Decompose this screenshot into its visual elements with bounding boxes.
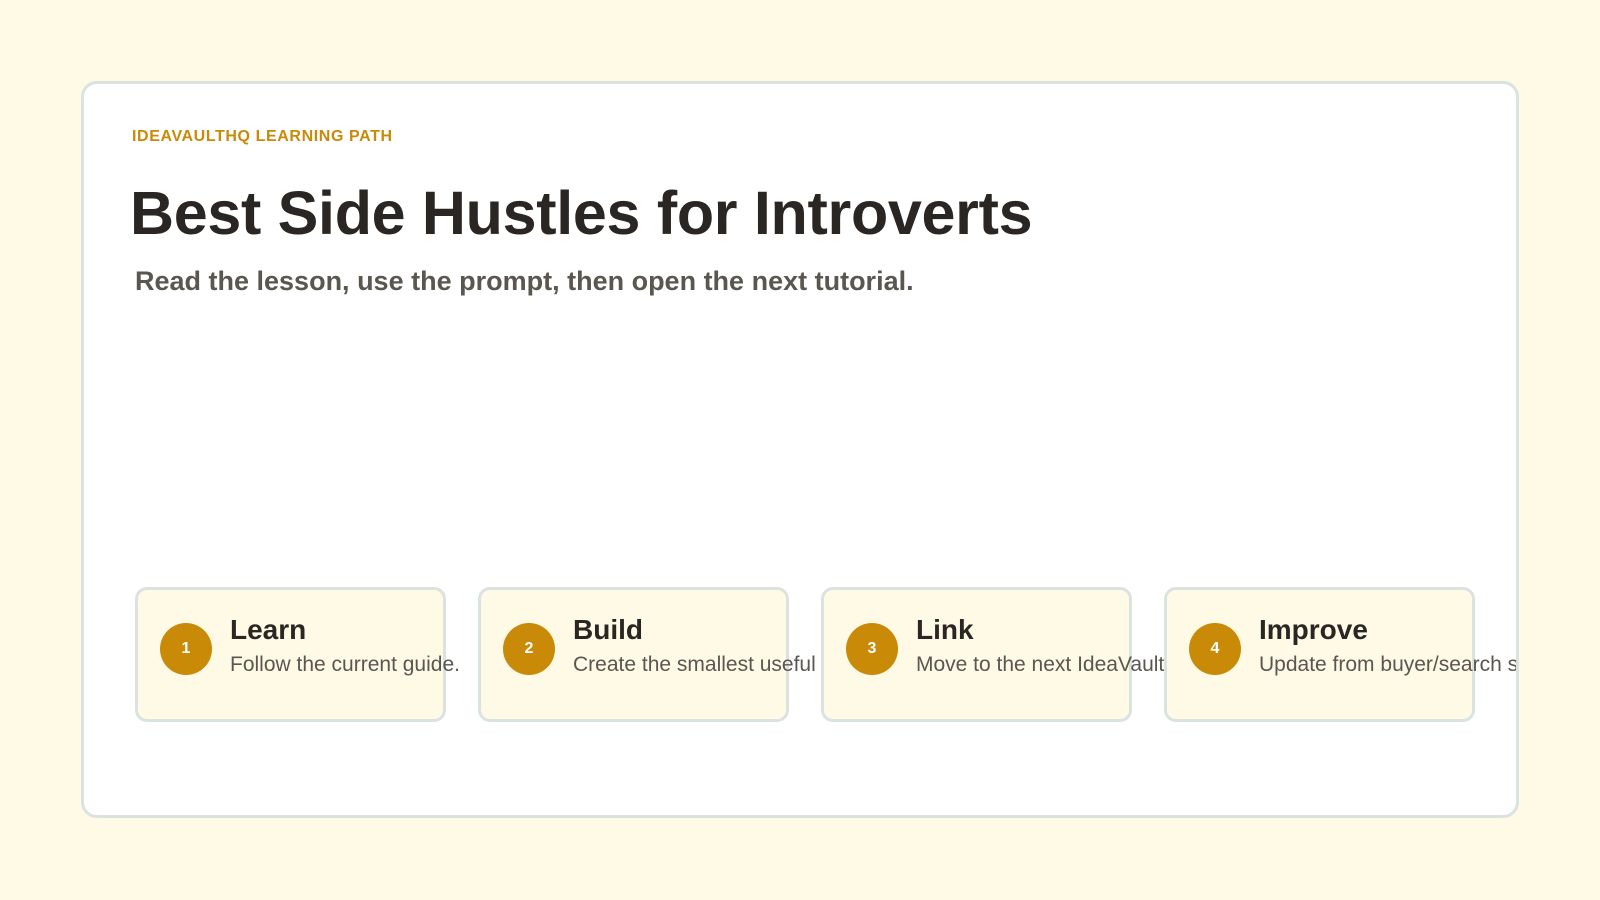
step-number-badge: 3 — [846, 623, 898, 675]
step-number-badge: 1 — [160, 623, 212, 675]
step-card-learn[interactable]: 1 Learn Follow the current guide. — [135, 587, 460, 722]
page-subtitle: Read the lesson, use the prompt, then op… — [135, 266, 914, 296]
step-description: Move to the next IdeaVault — [916, 653, 1165, 676]
step-title: Build — [573, 614, 643, 645]
eyebrow-label: IDEAVAULTHQ LEARNING PATH — [132, 128, 393, 145]
step-description: Follow the current guide. — [230, 653, 460, 676]
step-number-badge: 4 — [1189, 623, 1241, 675]
step-description: Update from buyer/search signals — [1259, 653, 1519, 676]
step-number-badge: 2 — [503, 623, 555, 675]
step-card-link[interactable]: 3 Link Move to the next IdeaVault — [821, 587, 1164, 722]
step-title: Improve — [1259, 614, 1368, 645]
step-description: Create the smallest useful — [573, 653, 816, 676]
step-card-improve[interactable]: 4 Improve Update from buyer/search signa… — [1164, 587, 1516, 722]
step-card-build[interactable]: 2 Build Create the smallest useful — [478, 587, 816, 722]
learning-path-card: IDEAVAULTHQ LEARNING PATH Best Side Hust… — [81, 81, 1519, 818]
page-title: Best Side Hustles for Introverts — [130, 179, 1033, 247]
step-title: Link — [916, 614, 974, 645]
step-title: Learn — [230, 614, 307, 645]
